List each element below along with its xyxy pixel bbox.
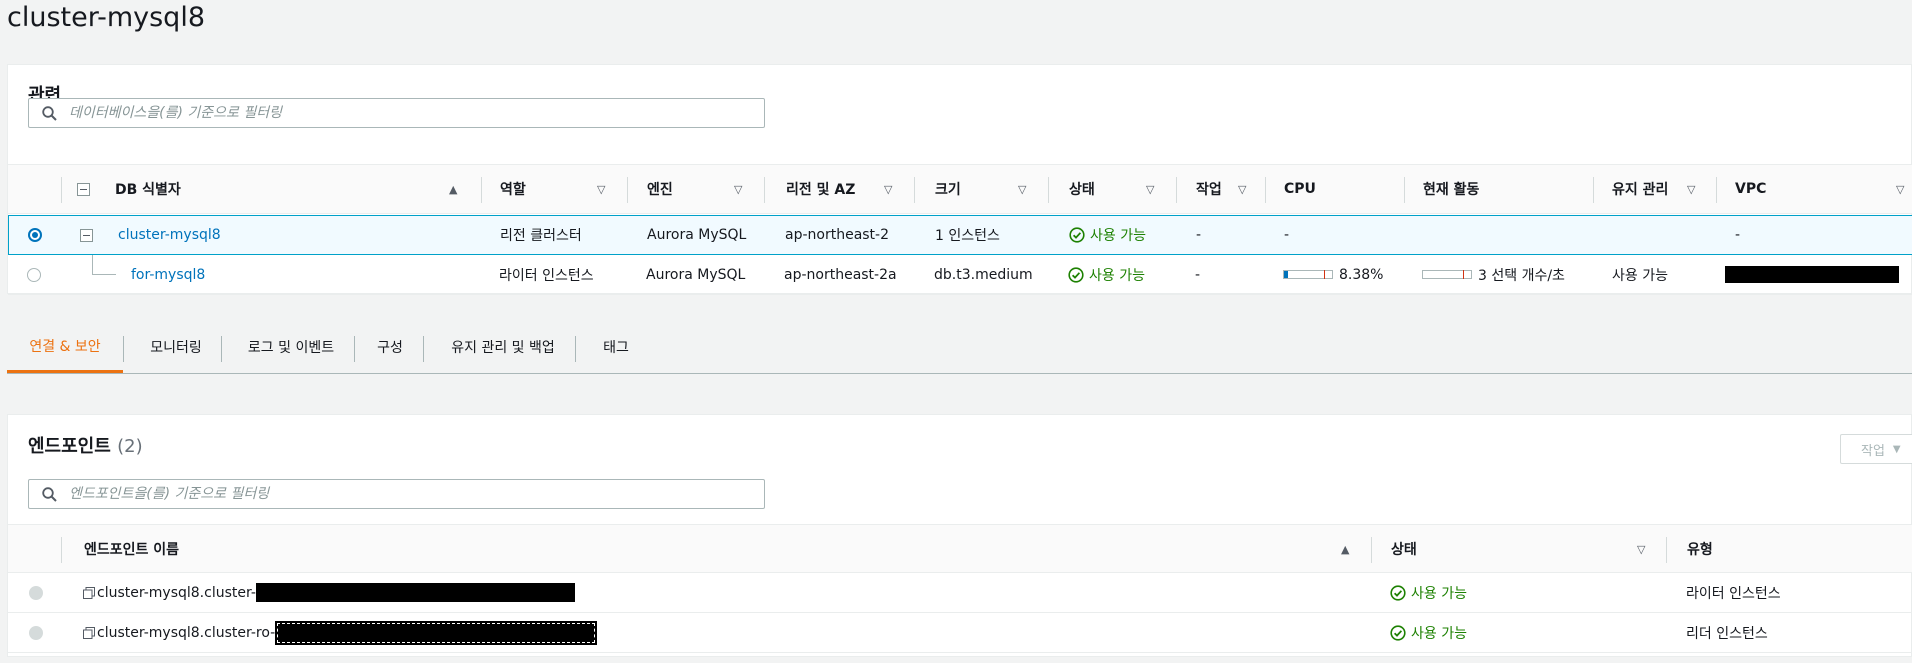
related-panel: 관련 DB 식별자 ▲ 역할 ▽ 엔진 ▽ 리전 및 AZ ▽ 크기 ▽ 상태 … xyxy=(7,64,1912,295)
role-cell: 리전 클러스터 xyxy=(500,228,582,244)
table-row[interactable]: cluster-mysql8 리전 클러스터 Aurora MySQL ap-n… xyxy=(8,215,1912,255)
col-maintenance[interactable]: 유지 관리 xyxy=(1612,165,1668,213)
table-row[interactable]: cluster-mysql8.cluster-ro- 사용 가능 리더 인스턴스 xyxy=(8,613,1912,653)
engine-cell: Aurora MySQL xyxy=(647,227,747,243)
activity-cell: 3 선택 개수/초 xyxy=(1422,255,1565,294)
sort-asc-icon[interactable]: ▲ xyxy=(1341,525,1349,573)
region-cell: ap-northeast-2 xyxy=(785,227,890,243)
endpoints-actions-button[interactable]: 작업 ▼ xyxy=(1840,434,1912,464)
status-cell: 사용 가능 xyxy=(1390,573,1467,612)
page-title: cluster-mysql8 xyxy=(7,2,206,33)
actions-cell: - xyxy=(1196,227,1202,243)
check-circle-icon xyxy=(1069,227,1085,243)
sort-desc-icon[interactable]: ▽ xyxy=(1238,165,1246,213)
col-endpoint-status[interactable]: 상태 xyxy=(1391,525,1417,573)
vpc-redacted xyxy=(1725,255,1899,294)
row-radio[interactable] xyxy=(27,255,41,294)
col-activity: 현재 활동 xyxy=(1423,182,1480,198)
copy-icon[interactable] xyxy=(83,626,95,639)
collapse-icon xyxy=(77,182,90,196)
col-cpu: CPU xyxy=(1284,181,1316,197)
status-cell: 사용 가능 xyxy=(1069,216,1146,254)
cpu-usage-bar xyxy=(1283,270,1333,279)
status-cell: 사용 가능 xyxy=(1390,613,1467,652)
endpoints-search-input[interactable] xyxy=(69,481,764,507)
tab-tags[interactable]: 태그 xyxy=(576,322,656,372)
copy-icon[interactable] xyxy=(83,586,95,599)
related-search-box[interactable] xyxy=(28,98,765,128)
related-table-header: DB 식별자 ▲ 역할 ▽ 엔진 ▽ 리전 및 AZ ▽ 크기 ▽ 상태 ▽ 작… xyxy=(8,164,1912,214)
sort-asc-icon[interactable]: ▲ xyxy=(449,165,457,213)
endpoints-panel: 엔드포인트 (2) 작업 ▼ 엔드포인트 이름 ▲ 상태 ▽ 유형 cluste… xyxy=(7,414,1912,657)
col-vpc[interactable]: VPC xyxy=(1735,165,1766,213)
db-id-link[interactable]: for-mysql8 xyxy=(131,267,205,283)
tab-logs-events[interactable]: 로그 및 이벤트 xyxy=(222,322,360,372)
size-cell: 1 인스턴스 xyxy=(935,228,1000,244)
vpc-cell: - xyxy=(1735,227,1741,243)
role-cell: 라이터 인스턴스 xyxy=(499,267,594,284)
endpoint-redacted xyxy=(275,620,598,645)
actions-cell: - xyxy=(1195,266,1201,283)
db-id-link[interactable]: cluster-mysql8 xyxy=(118,227,221,243)
size-cell: db.t3.medium xyxy=(934,266,1033,283)
endpoints-heading: 엔드포인트 (2) xyxy=(28,436,143,457)
sort-desc-icon[interactable]: ▽ xyxy=(1018,165,1026,213)
status-cell: 사용 가능 xyxy=(1068,255,1145,294)
select-all-collapse[interactable] xyxy=(77,165,90,213)
col-engine[interactable]: 엔진 xyxy=(647,165,673,213)
sort-desc-icon[interactable]: ▽ xyxy=(1896,165,1904,213)
col-status[interactable]: 상태 xyxy=(1069,165,1095,213)
activity-bar xyxy=(1422,270,1472,279)
row-radio[interactable] xyxy=(28,216,42,254)
row-radio[interactable] xyxy=(29,573,43,612)
endpoint-name-cell: cluster-mysql8.cluster- xyxy=(83,573,575,612)
sort-desc-icon[interactable]: ▽ xyxy=(1637,525,1645,573)
engine-cell: Aurora MySQL xyxy=(646,266,746,283)
detail-tabs: 연결 & 보안 모니터링 로그 및 이벤트 구성 유지 관리 및 백업 태그 xyxy=(7,322,1912,374)
sort-desc-icon[interactable]: ▽ xyxy=(734,165,742,213)
col-endpoint-type: 유형 xyxy=(1687,542,1713,558)
tab-monitoring[interactable]: 모니터링 xyxy=(124,322,228,372)
cpu-cell: 8.38% xyxy=(1283,255,1383,294)
endpoints-search-box[interactable] xyxy=(28,479,765,509)
sort-desc-icon[interactable]: ▽ xyxy=(1687,165,1695,213)
check-circle-icon xyxy=(1390,584,1406,601)
col-actions[interactable]: 작업 xyxy=(1196,165,1222,213)
sort-desc-icon[interactable]: ▽ xyxy=(884,165,892,213)
collapse-icon[interactable] xyxy=(80,216,93,254)
sort-desc-icon[interactable]: ▽ xyxy=(1146,165,1154,213)
check-circle-icon xyxy=(1068,266,1084,283)
related-search-input[interactable] xyxy=(69,100,764,126)
search-icon xyxy=(29,99,69,127)
table-row[interactable]: for-mysql8 라이터 인스턴스 Aurora MySQL ap-nort… xyxy=(8,255,1912,295)
search-icon xyxy=(29,480,69,508)
tab-connectivity-security[interactable]: 연결 & 보안 xyxy=(7,322,123,373)
endpoints-count: (2) xyxy=(117,436,143,457)
col-db-id[interactable]: DB 식별자 xyxy=(115,165,181,213)
caret-down-icon: ▼ xyxy=(1892,443,1901,455)
endpoints-table-header: 엔드포인트 이름 ▲ 상태 ▽ 유형 xyxy=(8,524,1912,573)
endpoint-name-cell: cluster-mysql8.cluster-ro- xyxy=(83,613,598,652)
sort-desc-icon[interactable]: ▽ xyxy=(597,165,605,213)
col-endpoint-name[interactable]: 엔드포인트 이름 xyxy=(84,525,179,573)
col-role[interactable]: 역할 xyxy=(500,165,526,213)
tab-configuration[interactable]: 구성 xyxy=(355,322,425,372)
tree-connector xyxy=(92,255,116,275)
cpu-cell: - xyxy=(1284,227,1290,243)
endpoint-redacted xyxy=(255,583,575,602)
type-cell: 라이터 인스턴스 xyxy=(1686,585,1781,602)
tab-maintenance-backup[interactable]: 유지 관리 및 백업 xyxy=(424,322,582,372)
check-circle-icon xyxy=(1390,624,1406,641)
region-cell: ap-northeast-2a xyxy=(784,266,897,283)
col-region-az[interactable]: 리전 및 AZ xyxy=(786,165,855,213)
type-cell: 리더 인스턴스 xyxy=(1686,625,1768,642)
col-size[interactable]: 크기 xyxy=(935,165,961,213)
table-row[interactable]: cluster-mysql8.cluster- 사용 가능 라이터 인스턴스 xyxy=(8,573,1912,613)
row-radio[interactable] xyxy=(29,613,43,652)
maintenance-cell: 사용 가능 xyxy=(1612,267,1668,284)
